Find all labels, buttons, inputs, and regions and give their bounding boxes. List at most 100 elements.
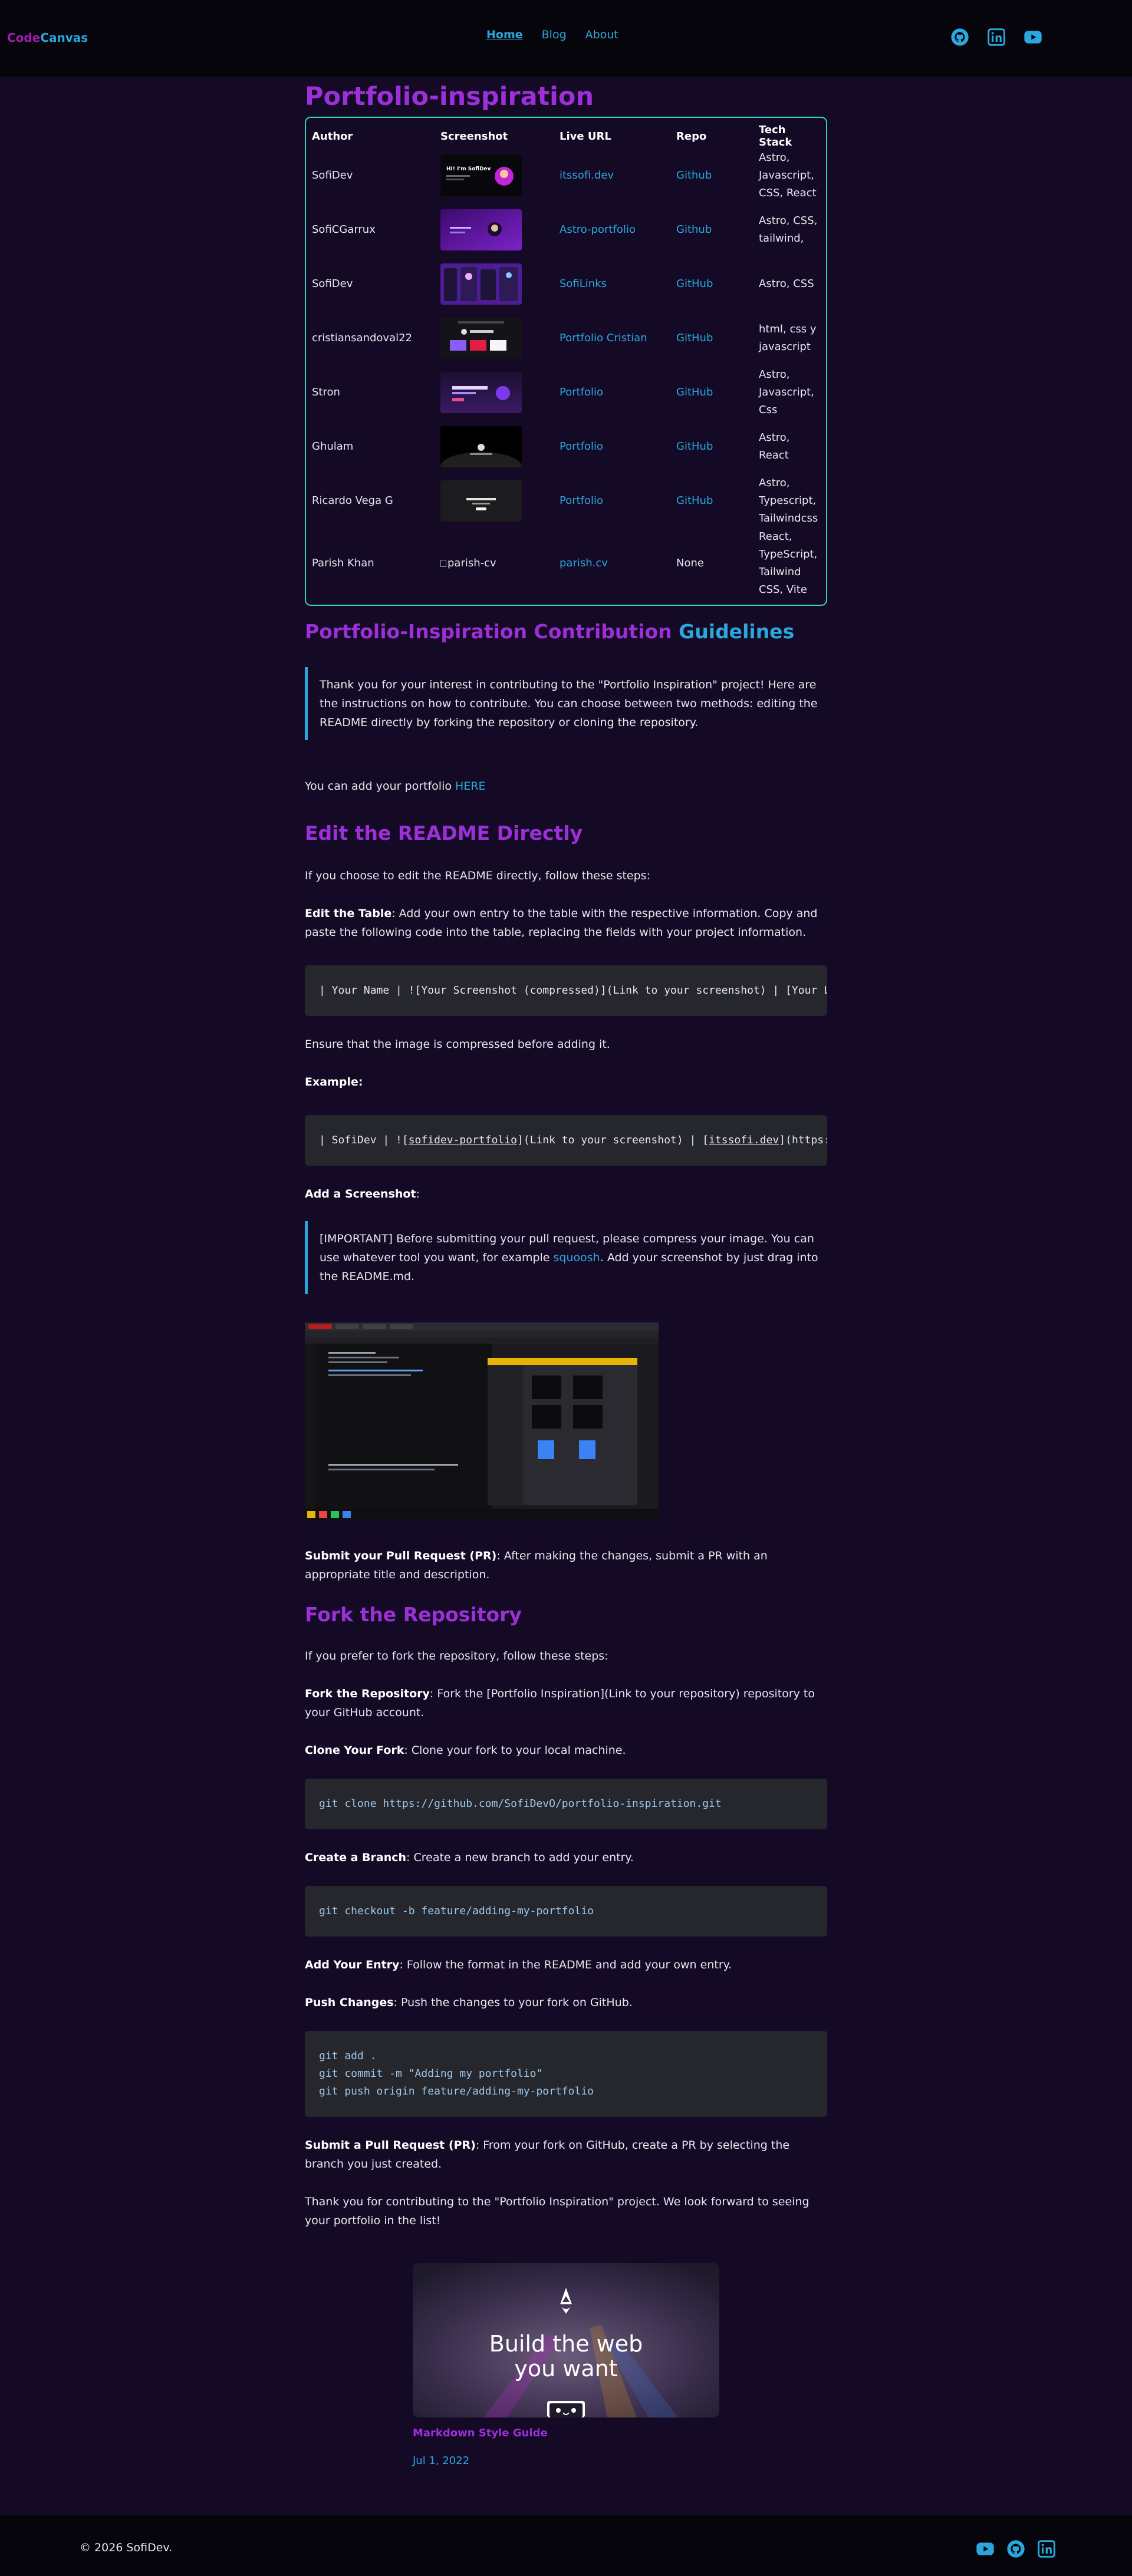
cell-author: Ricardo Vega G xyxy=(312,494,393,507)
screenshot-thumbnail[interactable] xyxy=(440,318,522,359)
fork-heading: Fork the Repository xyxy=(305,1603,522,1626)
repo-link[interactable]: Github xyxy=(676,223,712,236)
cell-author: Ghulam xyxy=(312,440,354,453)
contribution-heading: Portfolio-Inspiration Contribution Guide… xyxy=(305,619,827,645)
table-row: Ghulam Portfolio GitHub Astro, React xyxy=(312,420,822,474)
youtube-icon[interactable] xyxy=(975,2539,995,2559)
repo-link[interactable]: GitHub xyxy=(676,278,713,290)
screenshot-thumbnail[interactable] xyxy=(440,480,522,522)
live-url-link[interactable]: Portfolio xyxy=(560,386,603,398)
github-icon[interactable] xyxy=(1006,2539,1026,2559)
branch-code-block: git checkout -b feature/adding-my-portfo… xyxy=(305,1886,827,1937)
repo-link[interactable]: Github xyxy=(676,169,712,182)
nav-about-link[interactable]: About xyxy=(585,28,618,41)
cell-author: SofiCGarrux xyxy=(312,223,376,236)
screenshot-alt-text: parish-cv xyxy=(447,557,496,569)
live-url-link[interactable]: SofiLinks xyxy=(560,278,607,290)
repo-link[interactable]: GitHub xyxy=(676,494,713,507)
cell-tech-stack: Astro, React xyxy=(759,431,790,461)
site-footer: © 2026 SofiDev. xyxy=(0,2515,1132,2576)
nav-home-link[interactable]: Home xyxy=(486,28,523,41)
cell-author: cristiansandoval22 xyxy=(312,332,413,344)
cell-tech-stack: Astro, Typescript, Tailwindcss xyxy=(759,477,818,525)
entry-label: Add Your Entry xyxy=(305,1958,400,1971)
push-text: : Push the changes to your fork on GitHu… xyxy=(393,1996,633,2009)
cell-screenshot xyxy=(440,203,560,257)
cell-tech-stack: Astro, CSS, tailwind, xyxy=(759,215,818,245)
post-card-image: Build the web you want xyxy=(413,2263,719,2417)
cell-author: Parish Khan xyxy=(312,557,374,569)
fork-paragraph: Fork the Repository: Fork the [Portfolio… xyxy=(305,1684,827,1722)
screenshot-thumbnail[interactable] xyxy=(440,426,522,467)
table-row-code-block: | Your Name | ![Your Screenshot (compres… xyxy=(305,965,827,1016)
branch-label: Create a Branch xyxy=(305,1851,407,1864)
clone-paragraph: Clone Your Fork: Clone your fork to your… xyxy=(305,1741,827,1760)
example-code-suffix: ](https://itssofi.dev) | [Github](https:… xyxy=(779,1134,827,1146)
thanks-paragraph: Thank you for contributing to the "Portf… xyxy=(305,2195,809,2227)
edit-intro: If you choose to edit the README directl… xyxy=(305,869,650,882)
cell-screenshot xyxy=(440,474,560,528)
github-icon[interactable] xyxy=(950,27,970,47)
table-row: Parish Khan parish-cv parish.cv None Rea… xyxy=(312,528,822,599)
nav-blog-link[interactable]: Blog xyxy=(542,28,567,41)
cell-screenshot: parish-cv xyxy=(440,528,560,599)
page-title: Portfolio-inspiration xyxy=(305,82,594,111)
site-logo[interactable]: CodeCanvas xyxy=(7,31,88,45)
screenshot-thumbnail[interactable] xyxy=(440,372,522,413)
final-pr-label: Submit a Pull Request (PR) xyxy=(305,2139,476,2152)
site-header: CodeCanvas Home Blog About xyxy=(0,0,1132,77)
cell-author: SofiDev xyxy=(312,169,353,182)
branch-paragraph: Create a Branch: Create a new branch to … xyxy=(305,1848,827,1867)
screenshot-thumbnail[interactable]: HI! I'm SofiDev xyxy=(440,155,522,196)
example-code-link2[interactable]: itssofi.dev xyxy=(709,1134,779,1146)
edit-table-label: Edit the Table xyxy=(305,907,392,920)
screenshot-thumbnail[interactable] xyxy=(440,263,522,305)
clone-label: Clone Your Fork xyxy=(305,1744,404,1757)
edit-table-paragraph: Edit the Table: Add your own entry to th… xyxy=(305,904,827,942)
svg-text:HI! I'm SofiDev: HI! I'm SofiDev xyxy=(446,166,491,172)
cell-tech-stack: Astro, Javascript, CSS, React xyxy=(759,151,817,199)
live-url-link[interactable]: Astro-portfolio xyxy=(560,223,636,236)
live-url-link[interactable]: parish.cv xyxy=(560,557,608,569)
portfolio-table-container: Author Screenshot Live URL Repo Tech Sta… xyxy=(305,117,827,606)
important-quote: [IMPORTANT] Before submitting your pull … xyxy=(305,1221,827,1294)
add-portfolio-text: You can add your portfolio xyxy=(305,780,452,793)
header-repo: Repo xyxy=(676,130,707,143)
post-card[interactable]: Build the web you want Markdown Style Gu… xyxy=(413,2263,719,2467)
footer-copyright: © 2026 SofiDev. xyxy=(80,2541,173,2554)
example-code-block: | SofiDev | ![sofidev-portfolio](Link to… xyxy=(305,1115,827,1166)
submit-pr-label: Submit your Pull Request (PR) xyxy=(305,1549,497,1562)
linkedin-icon[interactable] xyxy=(1036,2539,1057,2559)
cell-tech-stack: React, TypeScript, Tailwind CSS, Vite xyxy=(759,530,818,596)
main-nav: Home Blog About xyxy=(486,28,618,41)
editor-screenshot-image xyxy=(305,1322,659,1520)
live-url-link[interactable]: itssofi.dev xyxy=(560,169,614,182)
linkedin-icon[interactable] xyxy=(986,27,1006,47)
live-url-link[interactable]: Portfolio xyxy=(560,494,603,507)
cell-screenshot xyxy=(440,257,560,311)
add-portfolio-link[interactable]: HERE xyxy=(455,780,486,793)
live-url-link[interactable]: Portfolio Cristian xyxy=(560,332,647,344)
repo-link[interactable]: GitHub xyxy=(676,386,713,398)
card-image-line1: Build the web xyxy=(489,2331,643,2357)
example-code-mid: ](Link to your screenshot) | [ xyxy=(516,1134,709,1146)
example-code-link1[interactable]: sofidev-portfolio xyxy=(409,1134,517,1146)
contribution-heading-part1: Portfolio-Inspiration Contribution xyxy=(305,620,672,643)
youtube-icon[interactable] xyxy=(1023,27,1043,47)
footer-social-links xyxy=(959,2539,1057,2559)
final-pr-paragraph: Submit a Pull Request (PR): From your fo… xyxy=(305,2136,827,2173)
squoosh-link[interactable]: squoosh xyxy=(554,1251,600,1264)
cell-tech-stack: html, css y javascript xyxy=(759,323,817,353)
repo-link[interactable]: GitHub xyxy=(676,440,713,453)
branch-text: : Create a new branch to add your entry. xyxy=(406,1851,634,1864)
screenshot-thumbnail[interactable] xyxy=(440,209,522,250)
fork-label: Fork the Repository xyxy=(305,1687,430,1700)
add-portfolio-paragraph: You can add your portfolio HERE xyxy=(305,777,827,796)
live-url-link[interactable]: Portfolio xyxy=(560,440,603,453)
fork-intro: If you prefer to fork the repository, fo… xyxy=(305,1650,608,1663)
post-card-title[interactable]: Markdown Style Guide xyxy=(413,2427,719,2439)
intro-quote: Thank you for your interest in contribut… xyxy=(305,667,827,740)
card-image-line2: you want xyxy=(514,2356,617,2382)
repo-link[interactable]: GitHub xyxy=(676,332,713,344)
header-tech-stack: Tech Stack xyxy=(759,124,792,149)
